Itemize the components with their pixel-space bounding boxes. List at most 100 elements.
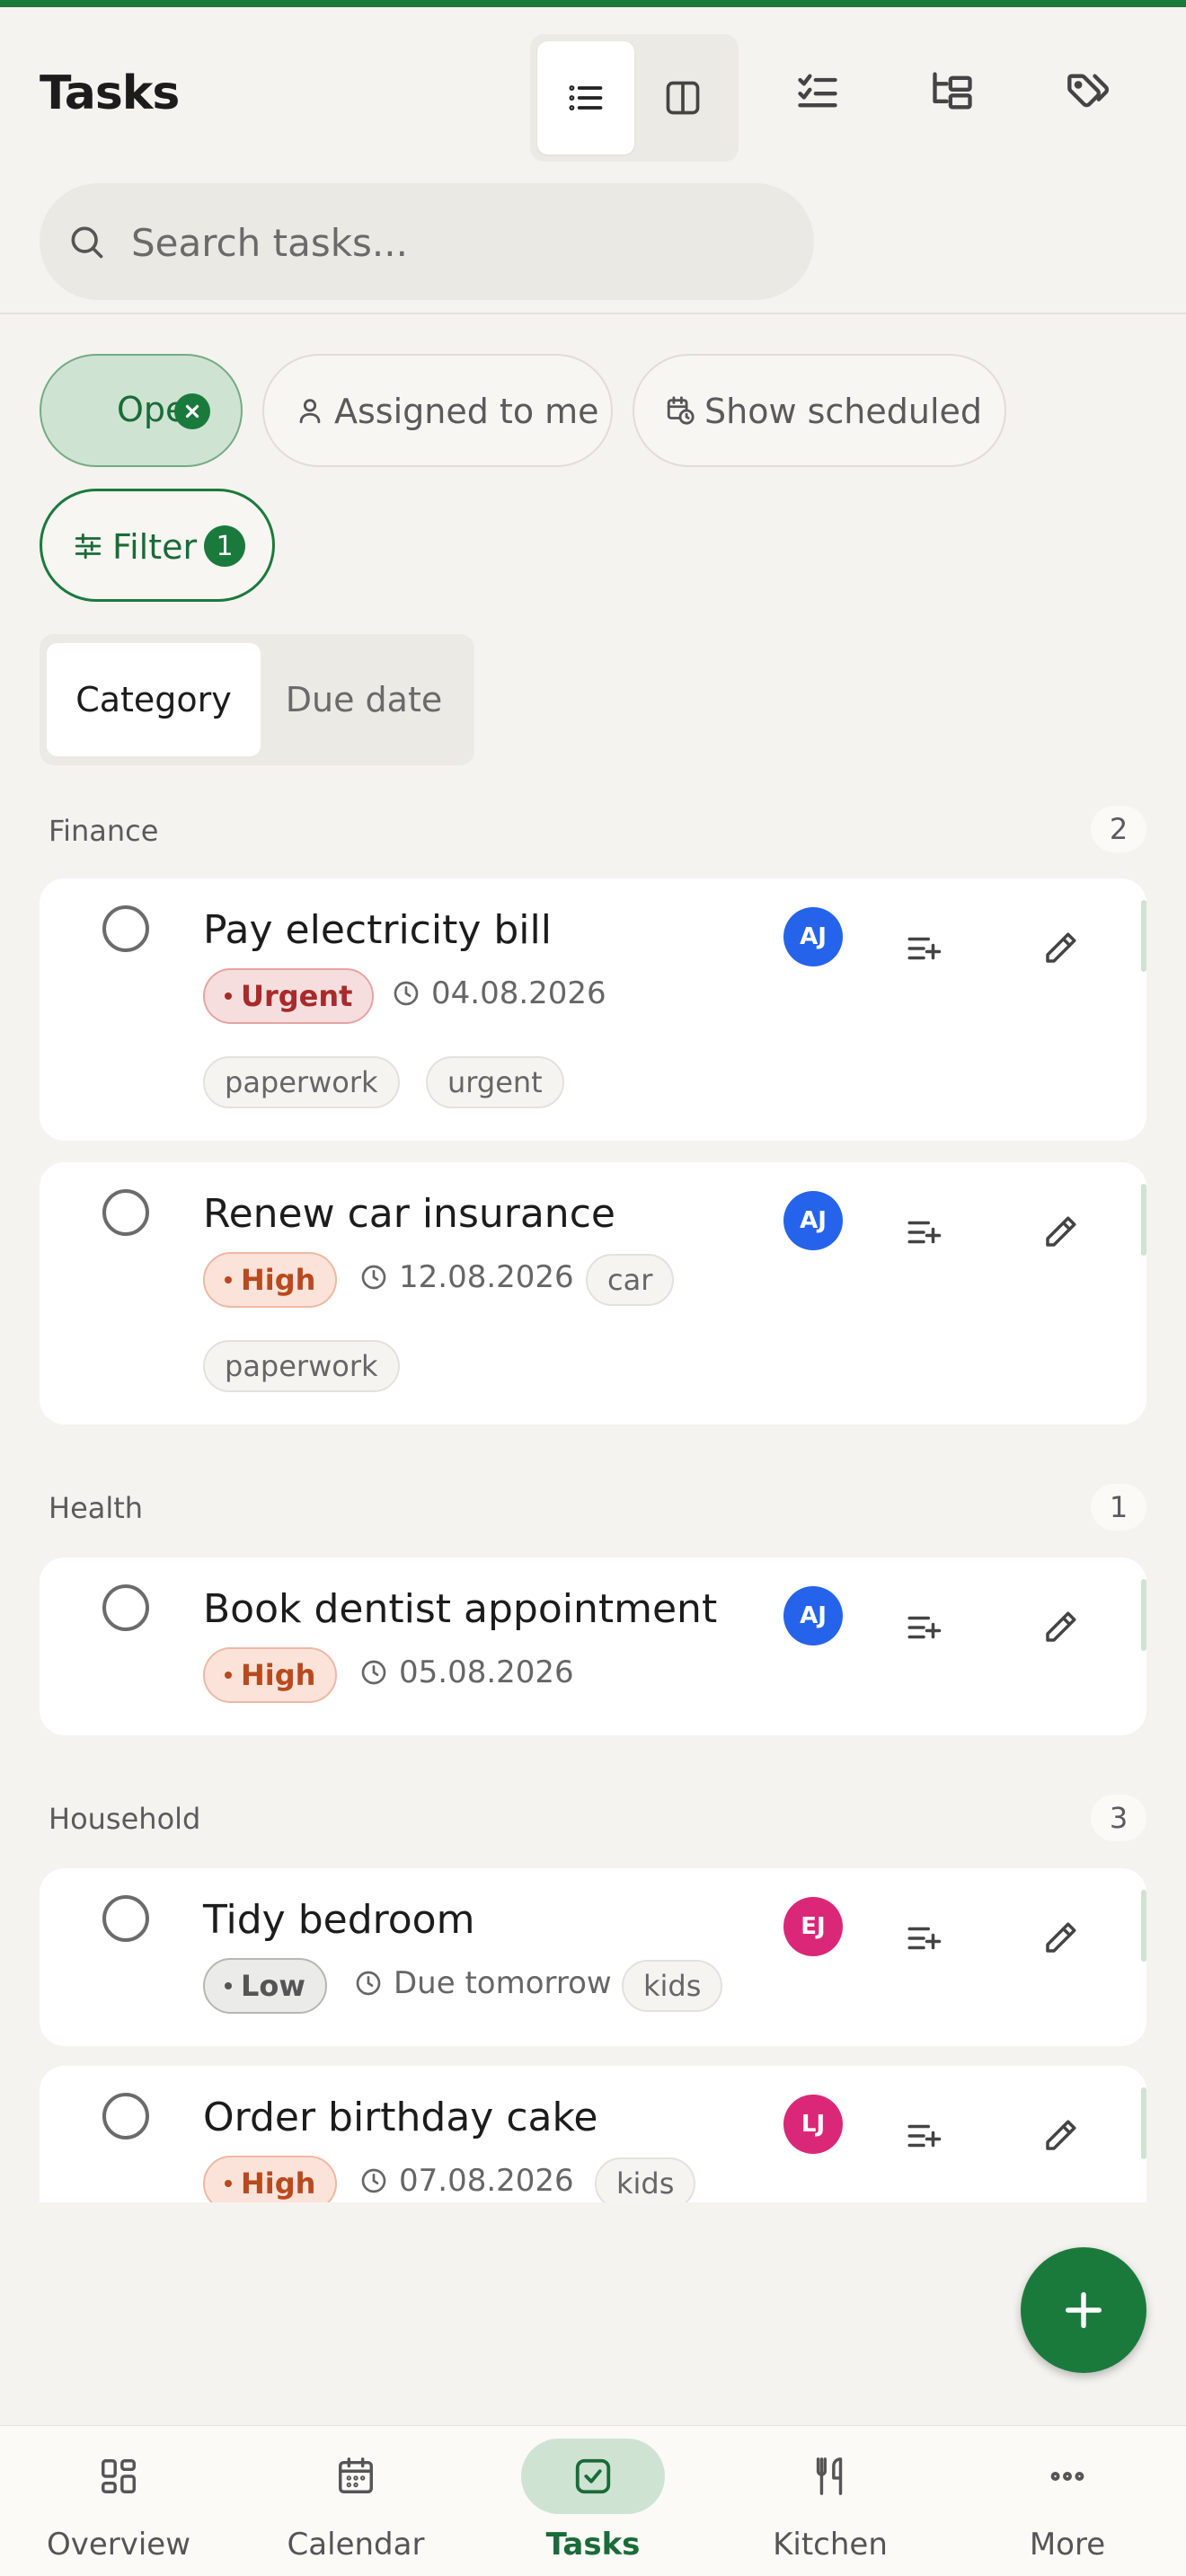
nav-label: More [1029, 2527, 1106, 2563]
group-by-toggle: Category Due date [40, 634, 474, 765]
assigned-to-me-chip[interactable]: Assigned to me [262, 354, 613, 467]
search-input[interactable] [129, 206, 780, 279]
add-subtask-button[interactable] [898, 1913, 949, 1963]
add-subtask-button[interactable] [898, 923, 949, 974]
due-date-text: 07.08.2026 [399, 2163, 574, 2199]
task-tag: car [586, 1254, 675, 1306]
clock-icon [356, 1971, 381, 1996]
group-by-category-button[interactable]: Category [47, 643, 261, 756]
task-complete-checkbox[interactable] [102, 2093, 149, 2139]
show-scheduled-chip[interactable]: Show scheduled [633, 354, 1006, 467]
checklist-button[interactable] [789, 63, 846, 120]
search-box [40, 183, 814, 300]
add-subtask-button[interactable] [898, 2111, 949, 2161]
filter-button[interactable]: Filter 1 [40, 489, 275, 602]
task-complete-checkbox[interactable] [102, 1584, 149, 1631]
task-card[interactable]: Order birthday cake High 07.08.2026 kids… [40, 2066, 1146, 2202]
more-dots-icon [1030, 2439, 1105, 2514]
task-tag: paperwork [203, 1056, 400, 1108]
assignee-avatar: AJ [783, 1191, 843, 1250]
sliders-icon [75, 533, 102, 560]
grid-icon [81, 2439, 156, 2514]
due-date: 04.08.2026 [392, 975, 606, 1011]
nav-overview[interactable]: Overview [0, 2426, 237, 2576]
nav-label: Tasks [545, 2527, 641, 2563]
task-tag: kids [595, 2157, 696, 2202]
priority-badge: High [203, 2156, 338, 2202]
filter-count-badge: 1 [204, 525, 245, 567]
user-icon [299, 399, 321, 424]
assignee-avatar: EJ [783, 1897, 843, 1956]
task-card[interactable]: Renew car insurance High 12.08.2026 car … [40, 1162, 1146, 1425]
list-view-button[interactable] [537, 41, 634, 154]
card-edge-indicator [1141, 900, 1146, 972]
open-filter-chip[interactable]: Open [40, 354, 243, 467]
checklist-icon [798, 74, 837, 108]
assignee-avatar: AJ [783, 1586, 843, 1645]
task-title: Renew car insurance [203, 1191, 615, 1237]
assignee-avatar: AJ [783, 907, 843, 966]
filter-label: Filter [112, 527, 198, 567]
close-icon [185, 404, 199, 419]
assigned-to-me-label: Assigned to me [334, 392, 599, 431]
tags-button[interactable] [1060, 63, 1118, 120]
clock-icon [361, 1265, 386, 1290]
assignee-avatar: LJ [783, 2095, 843, 2154]
clock-icon [361, 1660, 386, 1685]
pencil-icon [1046, 1216, 1076, 1247]
edit-task-button[interactable] [1035, 1913, 1085, 1963]
task-complete-checkbox[interactable] [102, 1895, 149, 1942]
calendar-icon [318, 2439, 394, 2514]
calendar-clock-icon [667, 396, 695, 425]
pencil-icon [1046, 1611, 1076, 1642]
task-card[interactable]: Book dentist appointment High 05.08.2026… [40, 1557, 1146, 1735]
due-date-text: 04.08.2026 [431, 975, 606, 1011]
pencil-icon [1046, 932, 1076, 963]
priority-label: Low [241, 1969, 305, 2003]
priority-label: High [241, 2166, 316, 2201]
task-title: Order birthday cake [203, 2095, 598, 2140]
priority-badge: Low [203, 1958, 327, 2014]
due-date: 12.08.2026 [359, 1259, 574, 1295]
priority-badge: High [203, 1252, 338, 1308]
page-title: Tasks [40, 66, 180, 120]
edit-task-button[interactable] [1035, 923, 1085, 974]
group-header-health: Health [49, 1491, 144, 1525]
group-count-health: 1 [1091, 1484, 1146, 1531]
add-task-button[interactable] [1021, 2247, 1146, 2373]
edit-task-button[interactable] [1035, 1602, 1085, 1653]
list-plus-icon [907, 937, 942, 960]
edit-task-button[interactable] [1035, 1207, 1085, 1257]
group-by-due-date-button[interactable]: Due date [261, 643, 467, 756]
clear-open-filter-button[interactable] [174, 393, 210, 429]
task-title: Book dentist appointment [203, 1586, 718, 1632]
group-count-household: 3 [1091, 1795, 1146, 1841]
task-complete-checkbox[interactable] [102, 905, 149, 952]
view-mode-toggle [530, 34, 739, 162]
task-title: Tidy bedroom [203, 1897, 475, 1943]
add-subtask-button[interactable] [898, 1602, 949, 1653]
pencil-icon [1046, 2120, 1076, 2150]
header: Tasks [0, 7, 1186, 314]
clock-icon [361, 2168, 386, 2193]
pencil-icon [1046, 1922, 1076, 1953]
priority-badge: Urgent [203, 968, 375, 1024]
add-subtask-button[interactable] [898, 1207, 949, 1257]
nav-kitchen[interactable]: Kitchen [712, 2426, 949, 2576]
board-view-button[interactable] [634, 41, 731, 154]
hierarchy-button[interactable] [924, 63, 981, 120]
nav-tasks[interactable]: Tasks [474, 2426, 712, 2576]
nav-more[interactable]: More [949, 2426, 1186, 2576]
list-plus-icon [907, 1616, 942, 1639]
card-edge-indicator [1141, 2087, 1146, 2159]
priority-label: High [241, 1263, 316, 1297]
plus-icon [1065, 2291, 1102, 2329]
task-card[interactable]: Pay electricity bill Urgent 04.08.2026 p… [40, 878, 1146, 1141]
nav-label: Overview [46, 2527, 191, 2563]
nav-calendar[interactable]: Calendar [237, 2426, 474, 2576]
show-scheduled-label: Show scheduled [704, 392, 983, 431]
due-date-text: 12.08.2026 [399, 1259, 574, 1295]
edit-task-button[interactable] [1035, 2111, 1085, 2161]
task-complete-checkbox[interactable] [102, 1189, 149, 1236]
task-card[interactable]: Tidy bedroom Low Due tomorrow kids EJ [40, 1868, 1146, 2046]
